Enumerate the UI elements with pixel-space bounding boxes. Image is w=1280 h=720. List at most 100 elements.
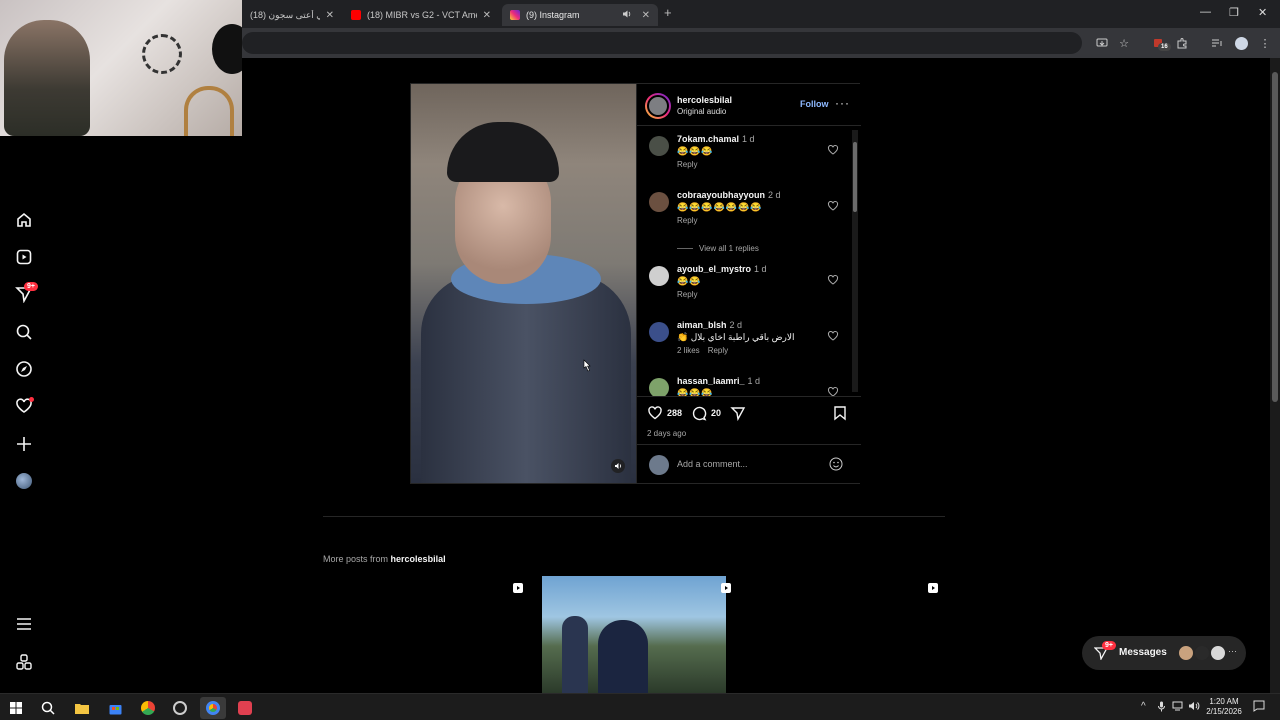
browser-tab-youtube-documentary[interactable]: (18) وثائقي أعتى سجون ✕ [242, 4, 342, 26]
reply-button[interactable]: Reply [677, 290, 697, 299]
direct-messages-icon[interactable]: 9+ [14, 282, 38, 304]
thumbnail-figure [562, 616, 588, 693]
tab-close-icon[interactable]: ✕ [326, 10, 334, 21]
comment-input[interactable]: Add a comment... [677, 459, 748, 469]
comment-username[interactable]: cobraayoubhayyoun 2 d [677, 190, 781, 200]
more-post-thumbnail[interactable] [542, 576, 731, 693]
save-button[interactable] [833, 405, 851, 421]
comment-likes[interactable]: 2 likes [677, 346, 700, 355]
window-close-icon[interactable]: ✕ [1258, 6, 1267, 19]
speaker-icon[interactable] [622, 9, 632, 22]
more-menu-icon[interactable] [14, 614, 34, 634]
reply-button[interactable]: Reply [708, 346, 728, 355]
bookmark-star-icon[interactable]: ☆ [1116, 35, 1132, 51]
like-comment-heart-icon[interactable] [827, 144, 839, 156]
chrome-profile-icon[interactable] [139, 699, 157, 717]
explore-compass-icon[interactable] [14, 359, 34, 379]
tray-chevron-icon[interactable]: ^ [1141, 701, 1146, 712]
tab-title: (9) Instagram [526, 10, 580, 20]
comment-username[interactable]: 7okam.chamal 1 d [677, 134, 755, 144]
install-app-icon[interactable] [1094, 35, 1110, 51]
minimize-icon[interactable]: — [1200, 6, 1211, 18]
page-scrollbar-thumb[interactable] [1272, 72, 1278, 402]
post-modal: hercolesbilal Original audio Follow ··· … [410, 83, 861, 484]
comment-username[interactable]: ayoub_el_mystro 1 d [677, 264, 767, 274]
windows-start-icon[interactable] [7, 699, 25, 717]
more-post-thumbnail[interactable] [323, 576, 531, 693]
system-clock[interactable]: 1:20 AM 2/15/2026 [1204, 697, 1244, 717]
profile-avatar[interactable] [14, 471, 34, 491]
browser-tab-youtube-vct[interactable]: (18) MIBR vs G2 - VCT Americas ✕ [343, 4, 499, 26]
comment-avatar[interactable] [649, 378, 669, 396]
chrome-menu-icon[interactable]: ⋮ [1257, 35, 1273, 51]
profile-avatar-icon[interactable] [1233, 35, 1249, 51]
notifications-heart-icon[interactable] [14, 396, 34, 416]
create-plus-icon[interactable] [14, 434, 34, 454]
restore-icon[interactable]: ❐ [1229, 6, 1239, 19]
also-from-meta-icon[interactable] [14, 652, 34, 672]
more-options-icon[interactable]: ··· [835, 96, 850, 110]
address-bar[interactable] [242, 32, 1082, 54]
search-taskbar-icon[interactable] [39, 699, 57, 717]
comment-meta: Reply [677, 290, 705, 299]
share-button[interactable] [730, 405, 750, 421]
emoji-picker-icon[interactable] [829, 457, 843, 471]
audio-label[interactable]: Original audio [677, 107, 726, 116]
follow-button[interactable]: Follow [800, 99, 829, 109]
reels-icon[interactable] [14, 247, 34, 267]
tab-close-icon[interactable]: ✕ [642, 10, 650, 21]
message-avatar [1178, 645, 1194, 661]
comment-time: 1 d [754, 264, 767, 274]
comment-avatar[interactable] [649, 266, 669, 286]
comment-avatar[interactable] [649, 192, 669, 212]
more-post-thumbnail[interactable] [737, 576, 945, 693]
clock-time: 1:20 AM [1209, 697, 1239, 706]
reply-button[interactable]: Reply [677, 216, 697, 225]
comment-meta: Reply [677, 216, 705, 225]
view-replies-link[interactable]: View all 1 replies [677, 244, 759, 253]
sound-toggle-icon[interactable] [611, 459, 625, 473]
comments-scrollbar[interactable] [852, 130, 858, 392]
more-posts-user[interactable]: hercolesbilal [391, 554, 446, 564]
search-icon[interactable] [14, 322, 34, 342]
comment-avatar[interactable] [649, 136, 669, 156]
comment-avatar[interactable] [649, 322, 669, 342]
microphone-icon[interactable] [1157, 701, 1166, 715]
comments-count: 20 [711, 408, 722, 418]
comment-time: 1 d [747, 376, 761, 386]
comment-username[interactable]: aiman_blsh 2 d [677, 320, 742, 330]
messages-button[interactable]: 9+ Messages ··· [1082, 636, 1246, 670]
like-comment-heart-icon[interactable] [827, 200, 839, 212]
post-actions: 288 20 2 days ago [637, 396, 861, 444]
app-taskbar-icon[interactable] [236, 699, 254, 717]
home-icon[interactable] [14, 210, 34, 230]
like-comment-heart-icon[interactable] [827, 386, 839, 396]
page-scrollbar[interactable] [1270, 58, 1280, 693]
comment-username[interactable]: hassan_laamri_ 1 d [677, 376, 760, 386]
reply-button[interactable]: Reply [677, 160, 697, 169]
notification-center-icon[interactable] [1253, 700, 1265, 715]
media-control-icon[interactable] [1209, 35, 1225, 51]
file-explorer-icon[interactable] [73, 699, 91, 717]
chrome-taskbar-icon[interactable] [200, 697, 226, 719]
network-icon[interactable] [1172, 701, 1183, 714]
like-comment-heart-icon[interactable] [827, 274, 839, 286]
tab-close-icon[interactable]: ✕ [483, 10, 491, 21]
comments-scrollbar-thumb[interactable] [853, 142, 857, 212]
posted-time: 2 days ago [647, 429, 687, 438]
reel-video[interactable] [411, 84, 636, 483]
new-tab-plus-icon[interactable]: + [664, 5, 672, 20]
volume-icon[interactable] [1188, 701, 1200, 714]
like-button[interactable]: 288 [647, 405, 682, 421]
steam-like-icon[interactable] [171, 699, 189, 717]
comment-text: 👏 الارض باقي راطبة اخاي بلال [677, 332, 795, 342]
author-avatar[interactable] [645, 93, 671, 119]
browser-tab-instagram[interactable]: (9) Instagram ✕ [502, 4, 658, 26]
comment-button[interactable]: 20 [691, 405, 721, 421]
extension-icon[interactable]: 16 [1150, 35, 1171, 51]
extensions-puzzle-icon[interactable] [1174, 35, 1190, 51]
windows-taskbar: ^ 1:20 AM 2/15/2026 [0, 693, 1280, 720]
author-username[interactable]: hercolesbilal [677, 95, 732, 105]
like-comment-heart-icon[interactable] [827, 330, 839, 342]
store-icon[interactable] [106, 699, 124, 717]
